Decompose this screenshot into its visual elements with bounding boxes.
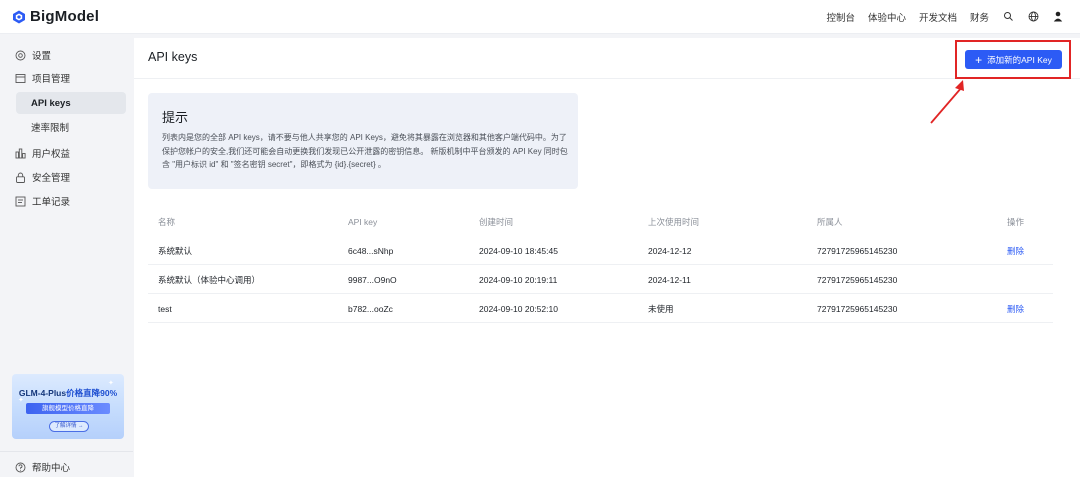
search-people-icon[interactable] bbox=[1002, 11, 1014, 23]
table-row: test b782...ooZc 2024-09-10 20:52:10 未使用… bbox=[148, 295, 1053, 323]
sidebar-divider bbox=[0, 451, 133, 452]
delete-link[interactable]: 删除 bbox=[1007, 303, 1024, 315]
promo-title: GLM-4-Plus价格直降90% bbox=[12, 387, 124, 399]
cell-owner: 72791725965145230 bbox=[817, 245, 898, 256]
rights-icon bbox=[15, 148, 26, 159]
sidebar-item-user-rights[interactable]: 用户权益 bbox=[0, 144, 133, 162]
cell-api-key: b782...ooZc bbox=[348, 303, 393, 314]
top-nav: 控制台 体验中心 开发文档 财务 bbox=[813, 10, 1064, 24]
cell-last-used: 2024-12-11 bbox=[648, 274, 691, 285]
column-header-last-used: 上次使用时间 bbox=[648, 217, 700, 227]
logo-text: BigModel bbox=[30, 8, 100, 25]
cell-name: 系统默认 bbox=[158, 245, 193, 256]
promo-subtitle: 旗舰模型价格直降 bbox=[26, 403, 110, 414]
tip-box: 提示 列表内是您的全部 API keys，请不要与他人共享您的 API Keys… bbox=[148, 93, 578, 189]
nav-console[interactable]: 控制台 bbox=[826, 10, 855, 24]
sidebar-item-label: 设置 bbox=[32, 51, 52, 62]
table-row: 系统默认（体验中心调用） 9987...O9nO 2024-09-10 20:1… bbox=[148, 266, 1053, 294]
user-icon[interactable] bbox=[1052, 11, 1064, 23]
table-row: 系统默认 6c48...sNhp 2024-09-10 18:45:45 202… bbox=[148, 237, 1053, 265]
sidebar-item-label: API keys bbox=[31, 97, 71, 109]
main-panel: API keys + 添加新的API Key 提示 列表内是您的全部 API k… bbox=[134, 38, 1080, 477]
cell-api-key: 9987...O9nO bbox=[348, 274, 397, 285]
sidebar-item-label: 用户权益 bbox=[32, 149, 71, 160]
cell-last-used: 2024-12-12 bbox=[648, 245, 692, 256]
sidebar-item-label: 工单记录 bbox=[32, 197, 71, 208]
sidebar-item-security[interactable]: 安全管理 bbox=[0, 168, 133, 186]
sidebar-item-label: 项目管理 bbox=[32, 74, 71, 85]
cell-created: 2024-09-10 20:52:10 bbox=[479, 303, 558, 314]
logo[interactable]: BigModel bbox=[12, 8, 99, 25]
cell-owner: 72791725965145230 bbox=[817, 303, 898, 314]
sidebar-item-label: 速率限制 bbox=[31, 123, 70, 134]
table-header: 名称 API key 创建时间 上次使用时间 所属人 操作 bbox=[148, 208, 1053, 236]
lock-icon bbox=[15, 172, 26, 183]
column-header-created: 创建时间 bbox=[479, 217, 514, 227]
help-icon bbox=[15, 462, 26, 473]
cell-name: 系统默认（体验中心调用） bbox=[158, 274, 261, 285]
add-api-key-button[interactable]: + 添加新的API Key bbox=[965, 50, 1062, 69]
logo-icon bbox=[13, 10, 25, 23]
help-label: 帮助中心 bbox=[32, 463, 71, 474]
cell-owner: 72791725965145230 bbox=[817, 274, 898, 285]
sidebar-item-label: 安全管理 bbox=[32, 173, 71, 184]
tip-body: 列表内是您的全部 API keys，请不要与他人共享您的 API Keys，避免… bbox=[162, 133, 568, 169]
help-center-link[interactable]: 帮助中心 bbox=[0, 459, 133, 475]
page-title: API keys bbox=[148, 50, 198, 64]
sidebar-item-project-management[interactable]: 项目管理 bbox=[0, 69, 133, 87]
sidebar: 设置 项目管理 API keys 速率限制 用户权益 安全管理 工单记录 ✦ ✦… bbox=[0, 35, 133, 477]
delete-link[interactable]: 删除 bbox=[1007, 245, 1024, 257]
project-icon bbox=[15, 73, 26, 84]
annotation-arrow bbox=[930, 80, 964, 124]
promo-banner[interactable]: ✦ ✦ GLM-4-Plus价格直降90% 旗舰模型价格直降 了解详情 → bbox=[12, 374, 124, 439]
cell-last-used: 未使用 bbox=[648, 303, 674, 314]
globe-icon[interactable] bbox=[1027, 11, 1039, 23]
sparkle-icon: ✦ bbox=[108, 380, 114, 387]
column-header-name: 名称 bbox=[158, 217, 176, 227]
ticket-icon bbox=[15, 196, 26, 207]
sidebar-item-rate-limit[interactable]: 速率限制 bbox=[16, 116, 126, 138]
page-header: API keys bbox=[134, 38, 1080, 79]
promo-discount: 价格直降90% bbox=[66, 388, 118, 398]
nav-experience-center[interactable]: 体验中心 bbox=[868, 10, 906, 24]
column-header-actions: 操作 bbox=[1007, 217, 1025, 227]
promo-details-button[interactable]: 了解详情 → bbox=[49, 421, 89, 432]
top-bar: BigModel 控制台 体验中心 开发文档 财务 bbox=[0, 0, 1080, 34]
cell-name: test bbox=[158, 303, 172, 314]
column-header-api-key: API key bbox=[348, 217, 378, 227]
nav-finance[interactable]: 财务 bbox=[970, 10, 989, 24]
sidebar-item-settings[interactable]: 设置 bbox=[0, 46, 133, 64]
sidebar-item-tickets[interactable]: 工单记录 bbox=[0, 192, 133, 210]
plus-icon: + bbox=[975, 52, 983, 67]
sidebar-item-api-keys[interactable]: API keys bbox=[16, 92, 126, 114]
settings-icon bbox=[15, 50, 26, 61]
nav-dev-docs[interactable]: 开发文档 bbox=[919, 10, 957, 24]
add-api-key-label: 添加新的API Key bbox=[987, 54, 1052, 65]
column-header-owner: 所属人 bbox=[817, 217, 843, 227]
tip-title: 提示 bbox=[162, 110, 189, 125]
cell-api-key: 6c48...sNhp bbox=[348, 245, 394, 256]
cell-created: 2024-09-10 20:19:11 bbox=[479, 274, 558, 285]
cell-created: 2024-09-10 18:45:45 bbox=[479, 245, 558, 256]
promo-model-name: GLM-4-Plus bbox=[18, 388, 67, 398]
